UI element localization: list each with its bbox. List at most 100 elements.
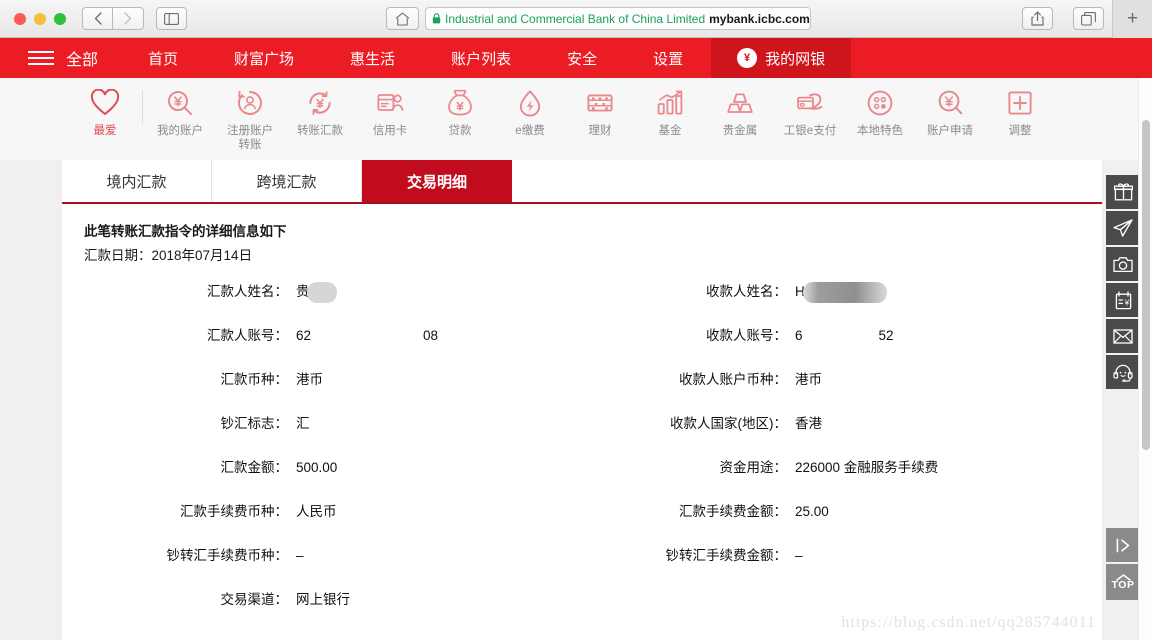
- nav-item-settings[interactable]: 设置: [625, 38, 711, 78]
- float-button-camera[interactable]: [1106, 247, 1140, 281]
- nav-item-account-list[interactable]: 账户列表: [423, 38, 539, 78]
- field-value: 62 08: [296, 328, 439, 343]
- back-button[interactable]: [82, 7, 113, 30]
- tab-transaction-detail[interactable]: 交易明细: [362, 160, 512, 202]
- quicknav-item-my-account[interactable]: 我的账户: [145, 86, 215, 138]
- show-tabs-button[interactable]: [1073, 7, 1104, 30]
- collapse-toolbar-button[interactable]: [1106, 528, 1140, 562]
- float-button-paper-plane[interactable]: [1106, 211, 1140, 245]
- ev-certificate-name: Industrial and Commercial Bank of China …: [445, 11, 706, 26]
- maximize-window-button[interactable]: [54, 12, 66, 25]
- svg-text:¥: ¥: [1123, 297, 1129, 307]
- registered-account-icon: [233, 86, 267, 120]
- nav-item-wealth-plaza[interactable]: 财富广场: [206, 38, 322, 78]
- field-remittance-amount: 汇款金额： 500.00: [84, 456, 583, 500]
- e-pay-card-icon: [793, 86, 827, 120]
- quicknav-item-credit-card[interactable]: 信用卡: [355, 86, 425, 138]
- browser-right-buttons: +: [1010, 0, 1152, 38]
- quicknav-label-e-payment: e缴费: [515, 125, 545, 137]
- quicknav-label-loan: 贷款: [448, 125, 472, 137]
- page-scrollbar-thumb[interactable]: [1142, 120, 1150, 450]
- content-card: 境内汇款 跨境汇款 交易明细 此笔转账汇款指令的详细信息如下 汇款日期：2018…: [62, 160, 1102, 640]
- field-label: 收款人账户币种：: [679, 372, 787, 387]
- quicknav-item-transfer-remittance[interactable]: 转账汇款: [285, 86, 355, 138]
- local-features-icon: [863, 86, 897, 120]
- quicknav-label-fund: 基金: [658, 125, 682, 137]
- field-label: 汇款金额：: [220, 460, 289, 475]
- field-label: 钞转汇手续费币种：: [166, 548, 289, 563]
- float-button-customer-service[interactable]: [1106, 355, 1140, 389]
- hamburger-icon: [28, 51, 54, 65]
- field-value: –: [795, 548, 803, 563]
- quicknav-item-loan[interactable]: 贷款: [425, 86, 495, 138]
- quicknav-label-account-application: 账户申请: [927, 125, 973, 137]
- lock-icon: [432, 13, 441, 24]
- field-value: 226000 金融服务手续费: [795, 460, 939, 475]
- detail-date: 汇款日期：2018年07月14日: [84, 244, 1082, 264]
- quicknav-item-favorite[interactable]: 最爱: [70, 86, 140, 138]
- nav-item-hui-life[interactable]: 惠生活: [322, 38, 423, 78]
- quicknav-label-precious-metals: 贵金属: [722, 125, 758, 137]
- headset-icon: [1113, 363, 1133, 382]
- field-label: 收款人国家(地区)：: [670, 416, 787, 431]
- field-label: 汇款手续费币种：: [180, 504, 288, 519]
- gift-icon: [1113, 183, 1133, 201]
- floating-side-toolbar: ¥: [1106, 175, 1140, 389]
- nav-menu-all[interactable]: 全部: [0, 38, 120, 78]
- url-zone: Industrial and Commercial Bank of China …: [187, 7, 1010, 30]
- quicknav-item-e-payment[interactable]: e缴费: [495, 86, 565, 138]
- watermark-text: https://blog.csdn.net/qq285744011: [841, 614, 1096, 631]
- scroll-to-top-button[interactable]: TOP: [1106, 564, 1140, 600]
- account-apply-icon: [933, 86, 967, 120]
- field-value: 港币: [795, 372, 822, 387]
- main-navigation-bar: 全部 首页 财富广场 惠生活 账户列表 安全 设置 ¥ 我的网银: [0, 38, 1152, 78]
- nav-item-my-ebank[interactable]: ¥ 我的网银: [711, 38, 852, 78]
- page-scrollbar-track[interactable]: [1138, 78, 1152, 640]
- paper-plane-icon: [1113, 219, 1133, 237]
- float-button-bill[interactable]: ¥: [1106, 283, 1140, 317]
- field-label: 汇款人账号：: [207, 328, 288, 343]
- quicknav-item-wealth-management[interactable]: 理财: [565, 86, 635, 138]
- field-value: H: [795, 281, 887, 303]
- quicknav-item-registered-account-transfer[interactable]: 注册账户 转账: [215, 86, 285, 153]
- field-label: 资金用途：: [719, 460, 788, 475]
- share-button[interactable]: [1022, 7, 1053, 30]
- field-payee-country: 收款人国家(地区)： 香港: [583, 412, 1082, 456]
- minimize-window-button[interactable]: [34, 12, 46, 25]
- nav-item-security[interactable]: 安全: [539, 38, 625, 78]
- detail-date-label: 汇款日期：: [84, 248, 152, 263]
- tab-domestic-remittance[interactable]: 境内汇款: [62, 160, 212, 202]
- nav-item-home[interactable]: 首页: [120, 38, 206, 78]
- forward-button[interactable]: [113, 7, 144, 30]
- field-payee-account-currency: 收款人账户币种： 港币: [583, 368, 1082, 412]
- quicknav-item-adjust[interactable]: 调整: [985, 86, 1055, 138]
- quicknav-label-my-account: 我的账户: [157, 125, 203, 137]
- field-label: 汇款手续费金额：: [679, 504, 787, 519]
- adjust-plus-icon: [1003, 86, 1037, 120]
- float-button-gift[interactable]: [1106, 175, 1140, 209]
- quicknav-item-precious-metals[interactable]: 贵金属: [705, 86, 775, 138]
- quicknav-item-fund[interactable]: 基金: [635, 86, 705, 138]
- field-fee-currency: 汇款手续费币种： 人民币: [84, 500, 583, 544]
- new-tab-button[interactable]: +: [1112, 0, 1152, 38]
- redaction-block: [802, 281, 887, 303]
- home-button[interactable]: [386, 7, 419, 30]
- page-root: Industrial and Commercial Bank of China …: [0, 0, 1152, 640]
- quicknav-label-transfer-remittance: 转账汇款: [297, 125, 343, 137]
- field-label: 收款人账号：: [706, 328, 787, 343]
- quicknav-item-account-application[interactable]: 账户申请: [915, 86, 985, 138]
- field-remitter-name: 汇款人姓名： 贵: [84, 280, 583, 324]
- quicknav-item-icbc-e-pay[interactable]: 工银e支付: [775, 86, 845, 138]
- float-button-mail[interactable]: [1106, 319, 1140, 353]
- quick-nav-row: 最爱 我的账户 注册账户 转账 转账汇款 信用卡 贷款 e缴费 理财 基金 贵金…: [0, 78, 1152, 160]
- tab-cross-border-remittance[interactable]: 跨境汇款: [212, 160, 362, 202]
- sidebar-toggle-button[interactable]: [156, 7, 187, 30]
- field-value: 网上银行: [296, 592, 350, 607]
- address-bar[interactable]: Industrial and Commercial Bank of China …: [425, 7, 811, 30]
- loan-bag-icon: [443, 86, 477, 120]
- close-window-button[interactable]: [14, 12, 26, 25]
- quicknav-item-local-features[interactable]: 本地特色: [845, 86, 915, 138]
- field-remittance-currency: 汇款币种： 港币: [84, 368, 583, 412]
- e-payment-icon: [513, 86, 547, 120]
- field-value: 香港: [795, 416, 822, 431]
